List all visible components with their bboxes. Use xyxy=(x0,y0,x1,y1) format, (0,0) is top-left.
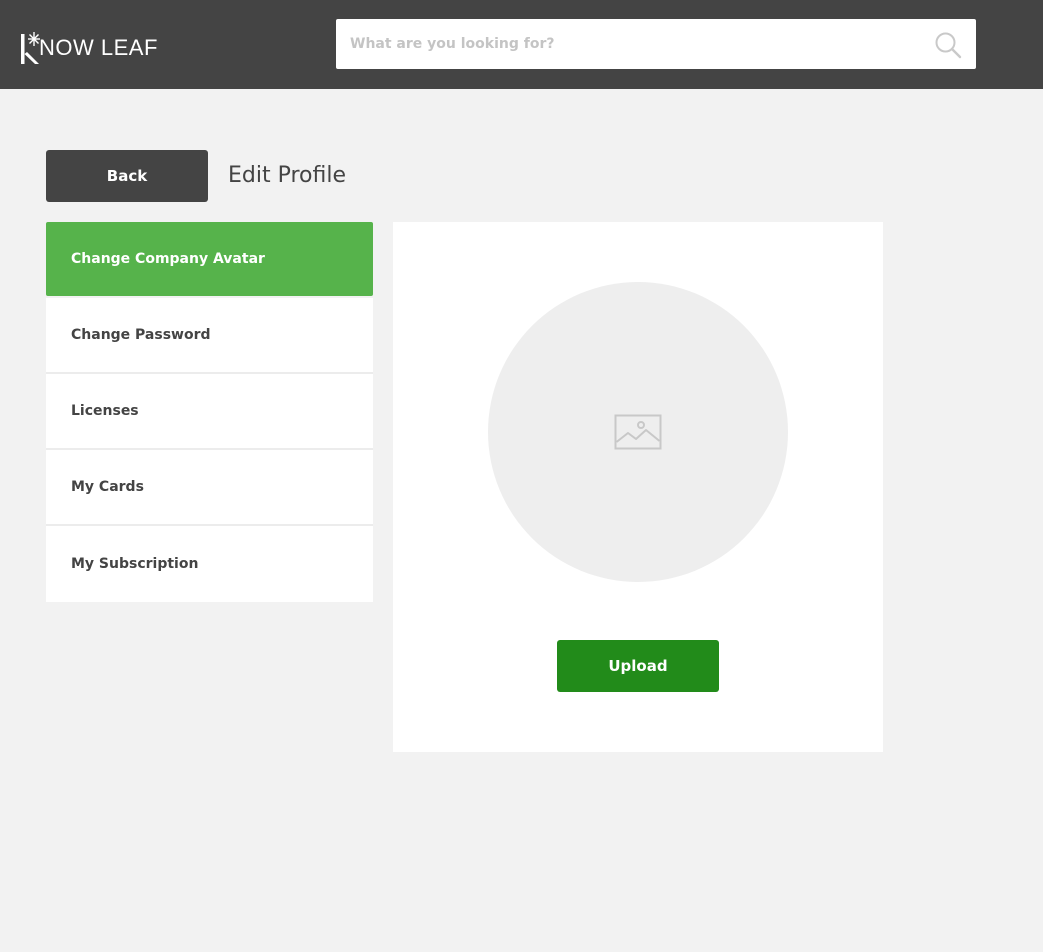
avatar-panel: Upload xyxy=(393,222,883,752)
menu-item-label: My Cards xyxy=(71,479,144,495)
top-bar: NOW LEAF xyxy=(0,0,1043,89)
search-icon[interactable] xyxy=(934,31,962,59)
menu-item-change-password[interactable]: Change Password xyxy=(46,298,373,374)
search-input[interactable] xyxy=(336,19,916,69)
avatar-placeholder xyxy=(488,282,788,582)
menu-item-my-cards[interactable]: My Cards xyxy=(46,450,373,526)
back-button[interactable]: Back xyxy=(46,150,208,202)
menu-item-my-subscription[interactable]: My Subscription xyxy=(46,526,373,602)
menu-item-label: Change Password xyxy=(71,327,211,343)
search-box xyxy=(336,19,976,69)
image-icon xyxy=(614,414,662,450)
upload-button[interactable]: Upload xyxy=(557,640,719,692)
menu-item-label: My Subscription xyxy=(71,556,199,572)
logo-text: NOW LEAF xyxy=(39,35,158,60)
menu-item-change-company-avatar[interactable]: Change Company Avatar xyxy=(46,222,373,296)
menu-item-label: Change Company Avatar xyxy=(71,251,265,267)
logo[interactable]: NOW LEAF xyxy=(20,24,158,64)
menu-item-licenses[interactable]: Licenses xyxy=(46,374,373,450)
page-title: Edit Profile xyxy=(228,163,347,188)
menu-item-label: Licenses xyxy=(71,403,139,419)
profile-menu: Change Company Avatar Change Password Li… xyxy=(46,222,373,602)
logo-mark-icon xyxy=(20,30,40,64)
